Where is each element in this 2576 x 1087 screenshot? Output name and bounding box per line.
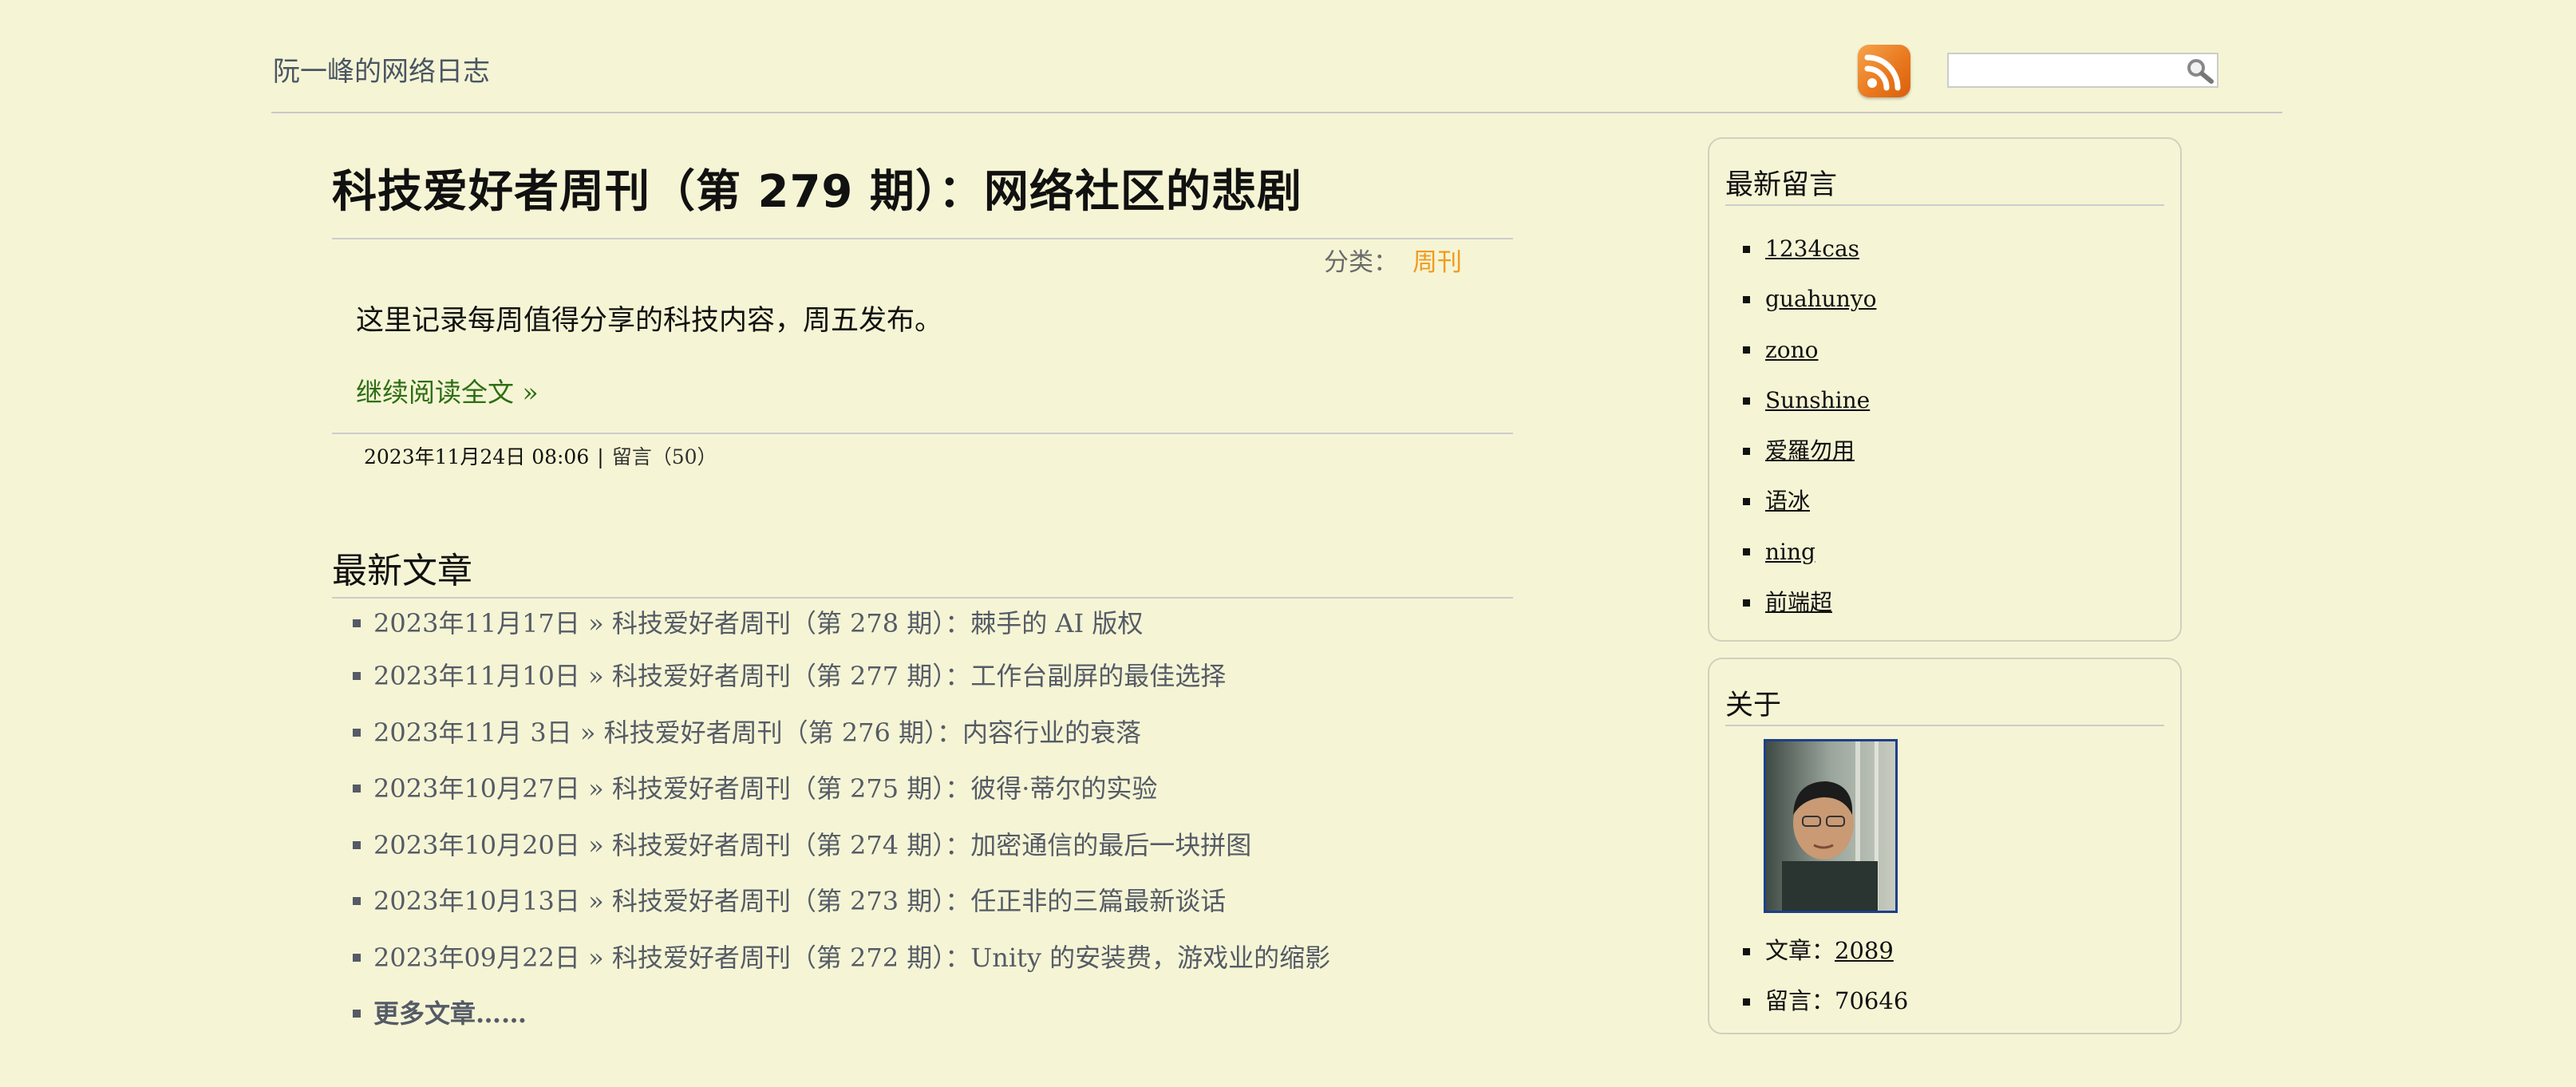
list-item-separator: »: [579, 942, 612, 973]
list-item-date: 2023年11月 3日: [373, 717, 572, 748]
list-item-separator: »: [579, 773, 612, 804]
site-header: 阮一峰的网络日志: [271, 0, 2282, 113]
list-item: 2023年11月10日 » 科技爱好者周刊（第 277 期）：工作台副屏的最佳选…: [353, 648, 1513, 705]
list-item-date: 2023年10月13日: [373, 886, 580, 916]
list-item-date: 2023年11月10日: [373, 661, 580, 691]
list-item: 2023年10月20日 » 科技爱好者周刊（第 274 期）：加密通信的最后一块…: [353, 817, 1513, 874]
category-label: 分类：: [1324, 248, 1398, 277]
list-item: Sunshine: [1742, 375, 1876, 425]
list-item: 2023年11月17日 » 科技爱好者周刊（第 278 期）：棘手的 AI 版权: [353, 599, 1513, 648]
search-box: [1947, 53, 2218, 88]
list-item: 2023年10月13日 » 科技爱好者周刊（第 273 期）：任正非的三篇最新谈…: [353, 873, 1513, 930]
list-item-link[interactable]: 科技爱好者周刊（第 278 期）：棘手的 AI 版权: [612, 608, 1144, 638]
commenter-link[interactable]: guahunyo: [1765, 286, 1876, 312]
category-link[interactable]: 周刊: [1412, 248, 1462, 277]
article-date: 2023年11月24日 08:06: [364, 445, 590, 468]
commenter-link[interactable]: zono: [1765, 337, 1819, 363]
article-meta: 2023年11月24日 08:06 | 留言（50）: [332, 433, 1513, 472]
comments-count-value: 70646: [1835, 987, 1909, 1014]
list-item: 更多文章……: [353, 986, 1513, 1042]
list-item-separator: »: [579, 661, 612, 691]
latest-articles-title: 最新文章: [332, 547, 1513, 599]
list-item-link[interactable]: 科技爱好者周刊（第 276 期）：内容行业的衰落: [604, 717, 1141, 748]
list-item-link[interactable]: 科技爱好者周刊（第 272 期）：Unity 的安装费，游戏业的缩影: [612, 943, 1330, 973]
author-avatar[interactable]: [1764, 739, 1898, 913]
list-item-date: 2023年09月22日: [373, 942, 580, 973]
read-more-link[interactable]: 继续阅读全文 »: [356, 375, 539, 410]
list-item: 留言：70646: [1742, 976, 1909, 1026]
latest-articles: 最新文章 2023年11月17日 » 科技爱好者周刊（第 278 期）：棘手的 …: [332, 547, 1513, 1042]
about-stats: 文章：2089 留言：70646: [1742, 926, 1909, 1026]
commenter-link[interactable]: 1234cas: [1765, 235, 1859, 262]
list-item: 语冰: [1742, 476, 1876, 526]
commenter-link[interactable]: Sunshine: [1765, 387, 1870, 413]
list-item: guahunyo: [1742, 274, 1876, 324]
articles-count-label: 文章：: [1765, 937, 1835, 964]
list-item-date: 2023年10月27日: [373, 773, 580, 804]
commenter-link[interactable]: 爱羅勿用: [1765, 437, 1855, 464]
list-item-date: 2023年11月17日: [373, 608, 580, 638]
recent-comments-title: 最新留言: [1725, 166, 2164, 206]
list-item: ning: [1742, 527, 1876, 577]
meta-separator: |: [597, 445, 604, 468]
recent-comments-widget: 最新留言 1234cas guahunyo zono Sunshine 爱羅勿用…: [1708, 137, 2182, 642]
commenter-link[interactable]: 前端超: [1765, 589, 1832, 615]
list-item-separator: »: [579, 829, 612, 860]
page: 阮一峰的网络日志 科技爱好者周刊（第 279 期）：网络社区的悲剧 分类： 周刊 …: [271, 0, 2282, 1087]
list-item: 1234cas: [1742, 223, 1876, 274]
magnifier-icon[interactable]: [2185, 57, 2215, 85]
about-title: 关于: [1725, 686, 2164, 726]
list-item-link[interactable]: 科技爱好者周刊（第 273 期）：任正非的三篇最新谈话: [612, 886, 1226, 916]
latest-articles-list: 2023年11月17日 » 科技爱好者周刊（第 278 期）：棘手的 AI 版权…: [332, 599, 1513, 1042]
recent-comments-list: 1234cas guahunyo zono Sunshine 爱羅勿用 语冰 n…: [1742, 223, 1876, 627]
about-widget: 关于 文章：2089 留言：70646: [1708, 658, 2182, 1034]
list-item-date: 2023年10月20日: [373, 829, 580, 860]
list-item-separator: »: [571, 717, 604, 748]
comments-count-label: 留言：: [1765, 987, 1835, 1014]
more-articles-link[interactable]: 更多文章……: [373, 998, 527, 1029]
category-row: 分类： 周刊: [332, 239, 1513, 286]
list-item-link[interactable]: 科技爱好者周刊（第 275 期）：彼得·蒂尔的实验: [612, 773, 1158, 804]
list-item-link[interactable]: 科技爱好者周刊（第 274 期）：加密通信的最后一块拼图: [612, 830, 1251, 860]
site-title-link[interactable]: 阮一峰的网络日志: [273, 54, 490, 89]
list-item-separator: »: [579, 608, 612, 638]
articles-count-link[interactable]: 2089: [1835, 937, 1894, 964]
list-item: zono: [1742, 325, 1876, 375]
commenter-link[interactable]: 语冰: [1765, 488, 1810, 514]
commenter-link[interactable]: ning: [1765, 539, 1815, 565]
article-summary: 这里记录每周值得分享的科技内容，周五发布。: [356, 305, 943, 337]
search-input[interactable]: [1952, 56, 2179, 86]
list-item-separator: »: [579, 886, 612, 916]
list-item: 2023年11月 3日 » 科技爱好者周刊（第 276 期）：内容行业的衰落: [353, 705, 1513, 761]
featured-article: 科技爱好者周刊（第 279 期）：网络社区的悲剧 分类： 周刊 这里记录每周值得分…: [332, 144, 1513, 472]
list-item: 文章：2089: [1742, 926, 1908, 976]
list-item-link[interactable]: 科技爱好者周刊（第 277 期）：工作台副屏的最佳选择: [612, 661, 1226, 691]
list-item: 爱羅勿用: [1742, 425, 1876, 476]
list-item: 2023年09月22日 » 科技爱好者周刊（第 272 期）：Unity 的安装…: [353, 930, 1513, 986]
list-item: 前端超: [1742, 577, 1876, 627]
rss-feed-icon[interactable]: [1858, 45, 1910, 97]
list-item: 2023年10月27日 » 科技爱好者周刊（第 275 期）：彼得·蒂尔的实验: [353, 761, 1513, 817]
comments-link[interactable]: 留言（50）: [612, 445, 717, 468]
article-title[interactable]: 科技爱好者周刊（第 279 期）：网络社区的悲剧: [332, 144, 1513, 239]
